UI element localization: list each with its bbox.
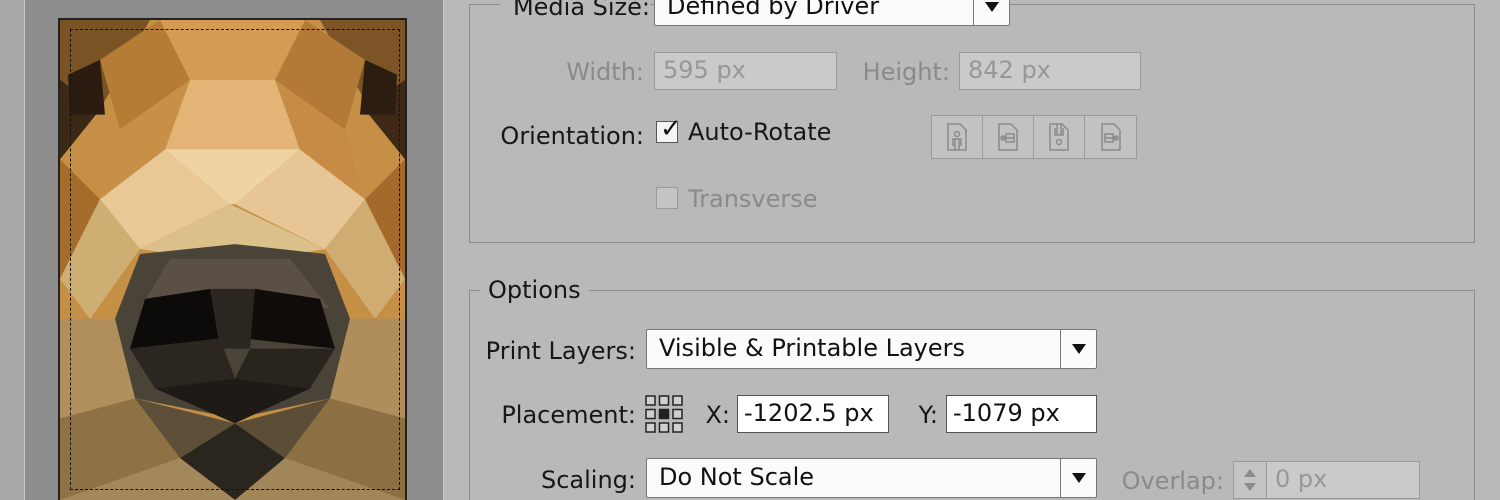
- media-size-value: Defined by Driver: [667, 0, 880, 20]
- orientation-label: Orientation:: [500, 122, 644, 150]
- overlap-field[interactable]: 0 px: [1267, 461, 1420, 499]
- print-layers-select[interactable]: Visible & Printable Layers: [646, 329, 1097, 369]
- checkmark-icon: ✓: [660, 114, 682, 144]
- auto-rotate-checkbox[interactable]: ✓: [656, 116, 682, 143]
- x-position-field[interactable]: -1202.5 px: [737, 395, 889, 433]
- media-size-select[interactable]: Defined by Driver: [654, 0, 1010, 26]
- width-field[interactable]: 595 px: [654, 52, 837, 90]
- placement-label: Placement:: [501, 401, 636, 429]
- reverse-portrait-orientation-button[interactable]: [1034, 116, 1085, 158]
- portrait-icon: [947, 123, 967, 151]
- chevron-down-icon: [1060, 330, 1096, 368]
- y-label: Y:: [918, 401, 938, 429]
- landscape-orientation-button[interactable]: [983, 116, 1034, 158]
- width-label: Width:: [566, 58, 644, 86]
- landscape-icon: [998, 123, 1018, 151]
- scaling-value: Do Not Scale: [659, 463, 815, 491]
- height-field[interactable]: 842 px: [959, 52, 1141, 90]
- media-size-label: Media Size:: [500, 0, 650, 22]
- y-position-field[interactable]: -1079 px: [946, 395, 1097, 433]
- scaling-select[interactable]: Do Not Scale: [646, 458, 1097, 498]
- placement-grid-icon[interactable]: [644, 394, 684, 434]
- chevron-down-icon: [1060, 459, 1096, 497]
- options-legend: Options: [480, 276, 589, 304]
- bear-lowpoly-image: [60, 20, 405, 500]
- print-dialog: Media Size: Defined by Driver Width: 595…: [0, 0, 1500, 500]
- reverse-landscape-orientation-button[interactable]: [1085, 116, 1136, 158]
- print-layers-label: Print Layers:: [485, 337, 636, 365]
- arrow-down-icon: [1244, 483, 1256, 491]
- arrow-up-icon: [1244, 469, 1256, 477]
- orientation-buttons: [931, 115, 1137, 159]
- x-label: X:: [705, 401, 730, 429]
- transverse-label[interactable]: Transverse: [688, 184, 818, 214]
- overlap-label: Overlap:: [1121, 467, 1224, 495]
- reverse-portrait-icon: [1049, 123, 1069, 151]
- auto-rotate-label[interactable]: Auto-Rotate: [688, 117, 831, 147]
- print-layers-value: Visible & Printable Layers: [659, 334, 965, 362]
- transverse-checkbox[interactable]: [656, 187, 678, 209]
- chevron-down-icon: [973, 0, 1009, 25]
- scaling-label: Scaling:: [540, 466, 636, 494]
- height-label: Height:: [862, 58, 950, 86]
- overlap-stepper[interactable]: [1233, 461, 1267, 499]
- portrait-orientation-button[interactable]: [932, 116, 983, 158]
- reverse-landscape-icon: [1100, 123, 1121, 151]
- preview-artwork[interactable]: [58, 18, 407, 500]
